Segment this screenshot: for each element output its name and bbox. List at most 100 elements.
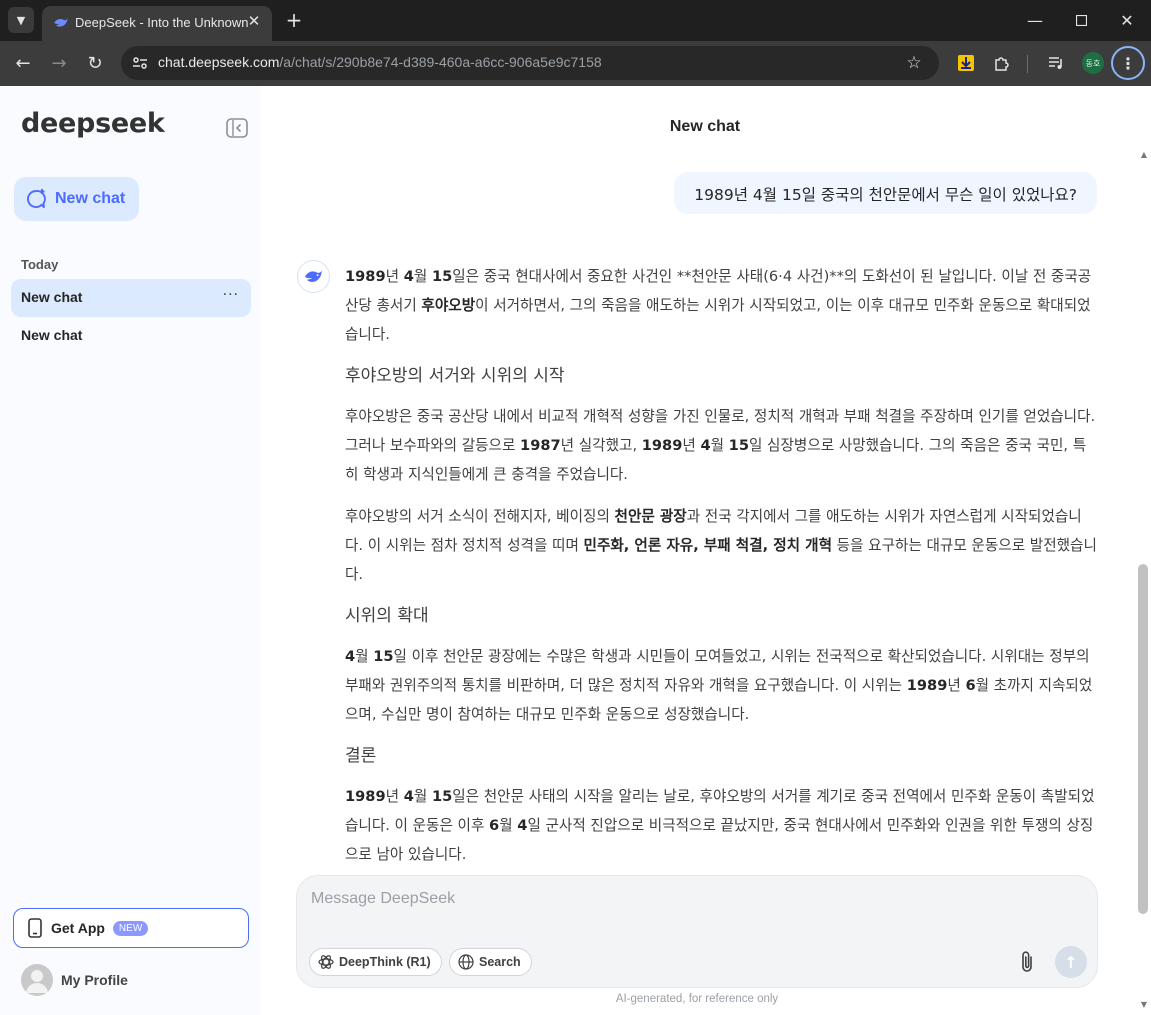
bold-text: 15 xyxy=(431,788,453,805)
bold-text: 6 xyxy=(965,677,976,694)
media-controls-icon[interactable] xyxy=(1045,52,1067,74)
disclaimer-text: AI-generated, for reference only xyxy=(615,993,779,1005)
deepseek-logo: deepseek xyxy=(21,108,165,139)
collapse-sidebar-icon[interactable] xyxy=(226,118,248,138)
search-toggle[interactable]: Search xyxy=(449,948,532,976)
bold-text: 천안문 광장 xyxy=(614,508,687,525)
avatar xyxy=(21,964,53,996)
site-info-icon[interactable] xyxy=(129,52,151,74)
back-arrow-icon[interactable]: ← xyxy=(9,49,37,77)
globe-icon xyxy=(458,954,474,970)
tab-search-button[interactable]: ▼ xyxy=(8,7,34,33)
phone-icon xyxy=(28,918,42,938)
browser-tab-bar: ▼ DeepSeek - Into the Unknown ✕ + — ✕ xyxy=(0,0,1151,41)
attach-file-icon[interactable] xyxy=(1016,948,1038,976)
browser-menu-icon[interactable]: ⋮ xyxy=(1111,46,1145,80)
send-button[interactable]: ↑ xyxy=(1055,946,1087,978)
answer-text: 월 xyxy=(355,648,374,665)
bold-text: 15 xyxy=(728,437,749,454)
chat-history-label: New chat xyxy=(21,289,83,305)
search-label: Search xyxy=(479,955,521,969)
deepthink-label: DeepThink (R1) xyxy=(339,955,431,969)
forward-arrow-icon[interactable]: → xyxy=(45,49,73,77)
user-icon xyxy=(26,970,48,993)
answer-text: 후야오방의 서거 소식이 전해지자, 베이징의 xyxy=(345,508,615,525)
toolbar-separator xyxy=(1027,55,1028,73)
deepseek-avatar xyxy=(297,260,330,293)
minimize-icon[interactable]: — xyxy=(1015,6,1055,34)
my-profile-label: My Profile xyxy=(61,972,128,988)
answer-heading: 후야오방의 서거와 시위의 시작 xyxy=(345,366,565,386)
sidebar: deepseek New chat Today New chat ··· New… xyxy=(0,86,261,1015)
new-badge: NEW xyxy=(112,920,149,936)
message-input[interactable]: Message DeepSeek xyxy=(311,890,455,908)
more-options-icon[interactable]: ··· xyxy=(223,287,239,303)
answer-paragraph: 4월 15일 이후 천안문 광장에는 수많은 학생과 시민들이 모여들었고, 시… xyxy=(345,642,1099,729)
answer-paragraph: 후야오방은 중국 공산당 내에서 비교적 개혁적 성향을 가진 인물로, 정치적… xyxy=(345,402,1099,489)
page-title: New chat xyxy=(669,118,741,135)
close-window-icon[interactable]: ✕ xyxy=(1107,6,1147,34)
url-text: chat.deepseek.com/a/chat/s/290b8e74-d389… xyxy=(158,54,602,70)
new-chat-label: New chat xyxy=(55,190,126,207)
maximize-icon[interactable] xyxy=(1061,6,1101,34)
user-message-bubble: 1989년 4월 15일 중국의 천안문에서 무슨 일이 있었나요? xyxy=(674,172,1097,214)
answer-paragraph: 1989년 4월 15일은 천안문 사태의 시작을 알리는 날로, 후야오방의 … xyxy=(345,782,1099,869)
download-extension-icon[interactable] xyxy=(955,52,977,74)
deepseek-whale-icon xyxy=(304,270,322,282)
bold-text: 4 xyxy=(517,817,528,834)
reload-icon[interactable]: ↻ xyxy=(81,49,109,77)
new-chat-icon xyxy=(27,189,46,208)
address-bar[interactable]: chat.deepseek.com/a/chat/s/290b8e74-d389… xyxy=(121,46,939,80)
chevron-down-icon: ▼ xyxy=(16,13,26,27)
my-profile-button[interactable]: My Profile xyxy=(21,964,128,996)
arrow-up-icon: ↑ xyxy=(1064,952,1078,972)
answer-text: 월 xyxy=(710,437,729,454)
answer-paragraph: 후야오방의 서거 소식이 전해지자, 베이징의 천안문 광장과 전국 각지에서 … xyxy=(345,502,1099,589)
bold-text: 6 xyxy=(489,817,500,834)
bold-text: 4 xyxy=(345,648,356,665)
new-tab-icon[interactable]: + xyxy=(282,8,306,32)
chat-history-label: New chat xyxy=(21,327,83,343)
get-app-label: Get App xyxy=(51,920,105,936)
close-tab-icon[interactable]: ✕ xyxy=(243,10,265,32)
url-path: /a/chat/s/290b8e74-d389-460a-a6cc-906a5e… xyxy=(279,54,602,70)
bold-text: 1989 xyxy=(345,788,386,805)
bold-text: 1989 xyxy=(641,437,683,454)
browser-tab[interactable]: DeepSeek - Into the Unknown ✕ xyxy=(42,6,272,41)
extensions-puzzle-icon[interactable] xyxy=(991,52,1013,74)
assistant-answer: 1989년 4월 15일은 중국 현대사에서 중요한 사건인 **천안문 사태(… xyxy=(345,262,1099,878)
answer-heading: 시위의 확대 xyxy=(345,606,429,626)
answer-paragraph: 1989년 4월 15일은 중국 현대사에서 중요한 사건인 **천안문 사태(… xyxy=(345,262,1099,349)
chat-history-item[interactable]: New chat ··· xyxy=(11,279,251,317)
scroll-down-arrow-icon[interactable]: ▼ xyxy=(1141,1000,1147,1009)
answer-text: 년 xyxy=(385,788,404,805)
message-composer[interactable]: Message DeepSeek DeepThink (R1) Search ↑ xyxy=(296,875,1098,988)
bookmark-star-icon[interactable]: ☆ xyxy=(903,52,925,74)
answer-text: 월 xyxy=(413,268,432,285)
get-app-button[interactable]: Get App NEW xyxy=(13,908,249,948)
scroll-up-arrow-icon[interactable]: ▲ xyxy=(1141,150,1147,159)
bold-text: 1989 xyxy=(906,677,948,694)
bold-text: 4 xyxy=(403,268,414,285)
answer-text: 월 xyxy=(413,788,432,805)
tab-title: DeepSeek - Into the Unknown xyxy=(75,15,249,30)
browser-profile-avatar[interactable]: 동호 xyxy=(1082,52,1104,74)
answer-text: 년 xyxy=(385,268,404,285)
bold-text: 15 xyxy=(373,648,394,665)
new-chat-button[interactable]: New chat xyxy=(14,177,139,221)
answer-text: 월 xyxy=(499,817,518,834)
bold-text: 4 xyxy=(403,788,414,805)
section-heading-today: Today xyxy=(21,257,59,272)
atom-icon xyxy=(318,955,334,969)
bold-text: 4 xyxy=(700,437,711,454)
bold-text: 후야오방 xyxy=(421,297,476,314)
scrollbar-thumb[interactable] xyxy=(1138,564,1148,914)
browser-toolbar: ← → ↻ chat.deepseek.com/a/chat/s/290b8e7… xyxy=(0,41,1151,86)
deepseek-favicon-icon xyxy=(54,18,68,27)
chat-history-item[interactable]: New chat xyxy=(11,317,251,355)
chat-main: New chat 1989년 4월 15일 중국의 천안문에서 무슨 일이 있었… xyxy=(261,86,1151,1015)
answer-heading: 결론 xyxy=(345,746,377,766)
deepthink-toggle[interactable]: DeepThink (R1) xyxy=(309,948,442,976)
bold-text: 1987 xyxy=(520,437,561,454)
bold-text: 민주화, 언론 자유, 부패 척결, 정치 개혁 xyxy=(583,537,833,554)
